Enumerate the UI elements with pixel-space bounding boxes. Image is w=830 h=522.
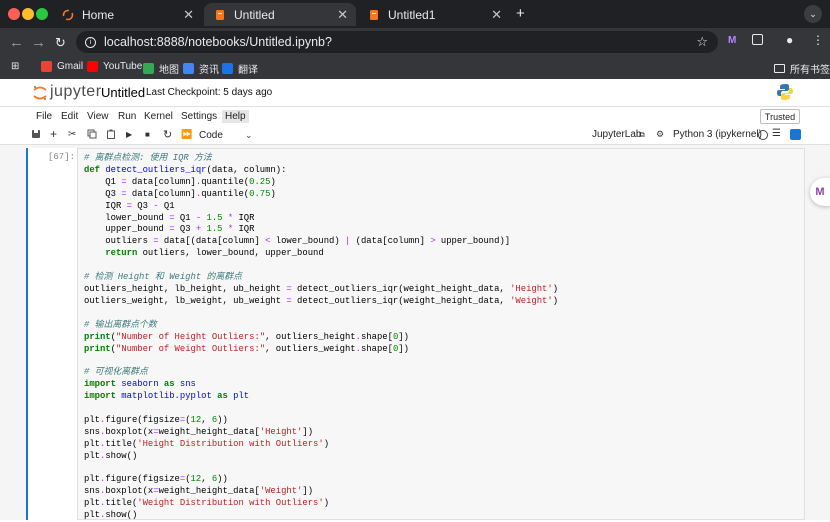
jupyter-logo-text: jupyter	[50, 83, 102, 100]
news-icon	[183, 63, 194, 74]
browser-chrome: Home ✕ Untitled ✕ Untitled1 ✕ + ⌄ ← → ↻ …	[0, 0, 830, 79]
cell-type-value: Code	[199, 129, 223, 141]
address-toolbar: ← → ↻ i localhost:8888/notebooks/Untitle…	[0, 28, 830, 56]
folder-icon	[774, 64, 785, 73]
restart-icon[interactable]: ↻	[163, 128, 172, 141]
tab-title: Untitled1	[388, 7, 436, 22]
menu-help[interactable]: Help	[222, 110, 249, 123]
menu-view[interactable]: View	[84, 110, 112, 123]
translate-icon	[222, 63, 233, 74]
extension-icon[interactable]: M	[728, 35, 736, 46]
address-bar[interactable]: i localhost:8888/notebooks/Untitled.ipyn…	[76, 31, 718, 53]
checkpoint-status: Last Checkpoint: 5 days ago	[146, 87, 273, 98]
menu-file[interactable]: File	[33, 110, 55, 123]
all-bookmarks[interactable]: 所有书签	[774, 61, 830, 76]
extensions-puzzle-icon[interactable]	[752, 34, 763, 45]
chevron-down-icon: ⌄	[245, 129, 253, 140]
menu-kernel[interactable]: Kernel	[141, 110, 176, 123]
notebook-toolbar: + ✂ ▶ ■ ↻ ⏩ Code ⌄ JupyterLab ⧉ ⚙ Python…	[0, 126, 830, 145]
bookmark-gmail[interactable]: Gmail	[41, 61, 83, 72]
jupyter-favicon-icon	[62, 9, 74, 21]
bookmark-translate[interactable]: 翻译	[222, 61, 258, 76]
maps-icon	[143, 63, 154, 74]
menu-run[interactable]: Run	[115, 110, 139, 123]
bookmark-maps[interactable]: 地图	[143, 61, 179, 76]
minimize-window-button[interactable]	[22, 8, 34, 20]
settings-gear-icon[interactable]: ⚙	[656, 129, 664, 140]
kernel-status-icon	[758, 130, 768, 140]
url-text: localhost:8888/notebooks/Untitled.ipynb?	[104, 35, 332, 49]
site-info-icon[interactable]: i	[85, 36, 96, 48]
maximize-window-button[interactable]	[36, 8, 48, 20]
bookmark-news[interactable]: 资讯	[183, 61, 219, 76]
paste-icon[interactable]	[106, 129, 116, 142]
bookmark-youtube[interactable]: YouTube	[87, 61, 142, 72]
jupyterlab-link[interactable]: JupyterLab	[592, 129, 641, 140]
tab-title: Home	[82, 7, 115, 22]
tab-title: Untitled	[234, 7, 275, 22]
kernel-name[interactable]: Python 3 (ipykernel)	[673, 129, 762, 140]
menu-edit[interactable]: Edit	[58, 110, 81, 123]
trusted-indicator[interactable]: Trusted	[760, 109, 800, 124]
bookmark-label: Gmail	[57, 61, 84, 72]
stop-icon[interactable]: ■	[145, 130, 150, 139]
restart-run-all-icon[interactable]: ⏩	[181, 129, 192, 140]
tab-bar: Home ✕ Untitled ✕ Untitled1 ✕ + ⌄	[0, 0, 830, 28]
bookmark-label: 所有书签	[790, 65, 830, 76]
add-cell-icon[interactable]: +	[50, 127, 57, 141]
bookmarks-bar: ⊞ Gmail YouTube 地图 资讯 翻译 所有书签	[0, 56, 830, 79]
save-icon[interactable]	[31, 129, 41, 142]
jupyter-logo-icon[interactable]	[33, 85, 47, 106]
cut-icon[interactable]: ✂	[68, 129, 76, 140]
tab-search-icon[interactable]: ⌄	[804, 5, 822, 23]
external-link-icon: ⧉	[639, 130, 645, 139]
bookmark-label: YouTube	[103, 61, 143, 72]
extension-logo-icon: M	[815, 186, 825, 198]
gmail-icon	[41, 61, 52, 72]
bookmark-label: 翻译	[238, 65, 258, 76]
youtube-icon	[87, 61, 98, 72]
close-tab-icon[interactable]: ✕	[491, 7, 502, 23]
notebook-name[interactable]: Untitled	[101, 85, 145, 100]
bookmark-star-icon[interactable]: ☆	[696, 34, 708, 50]
close-window-button[interactable]	[8, 8, 20, 20]
cell-prompt: [67]:	[48, 152, 76, 162]
tab-home[interactable]: Home ✕	[52, 3, 202, 26]
apps-grid-icon[interactable]: ⊞	[11, 61, 19, 72]
tab-untitled[interactable]: Untitled ✕	[204, 3, 356, 26]
list-icon[interactable]: ☰	[772, 128, 781, 139]
code-text[interactable]: # 离群点检测: 使用 IQR 方法 def detect_outliers_i…	[84, 153, 558, 522]
jupyter-header: jupyter Untitled Last Checkpoint: 5 days…	[0, 79, 830, 107]
forward-icon[interactable]: →	[31, 34, 46, 51]
bookmark-label: 资讯	[199, 65, 219, 76]
menu-bar: File Edit View Run Kernel Settings Help …	[0, 107, 830, 126]
new-tab-button[interactable]: +	[516, 5, 525, 22]
back-icon[interactable]: ←	[9, 34, 24, 51]
notebook-favicon-icon	[368, 9, 380, 21]
close-tab-icon[interactable]: ✕	[337, 7, 348, 23]
close-tab-icon[interactable]: ✕	[183, 7, 194, 23]
notebook-sidebar-icon[interactable]	[790, 129, 801, 140]
browser-menu-icon[interactable]: ⋮	[812, 33, 824, 47]
profile-icon[interactable]: ●	[786, 33, 793, 47]
tab-untitled1[interactable]: Untitled1 ✕	[358, 3, 510, 26]
notebook-favicon-icon	[214, 9, 226, 21]
run-icon[interactable]: ▶	[126, 130, 132, 139]
menu-settings[interactable]: Settings	[178, 110, 220, 123]
python-logo-icon	[776, 83, 794, 106]
floating-extension-button[interactable]: M	[810, 178, 830, 206]
reload-icon[interactable]: ↻	[55, 35, 66, 51]
cell-type-select[interactable]: Code ⌄	[199, 128, 259, 142]
bookmark-label: 地图	[159, 65, 179, 76]
copy-icon[interactable]	[87, 129, 97, 142]
